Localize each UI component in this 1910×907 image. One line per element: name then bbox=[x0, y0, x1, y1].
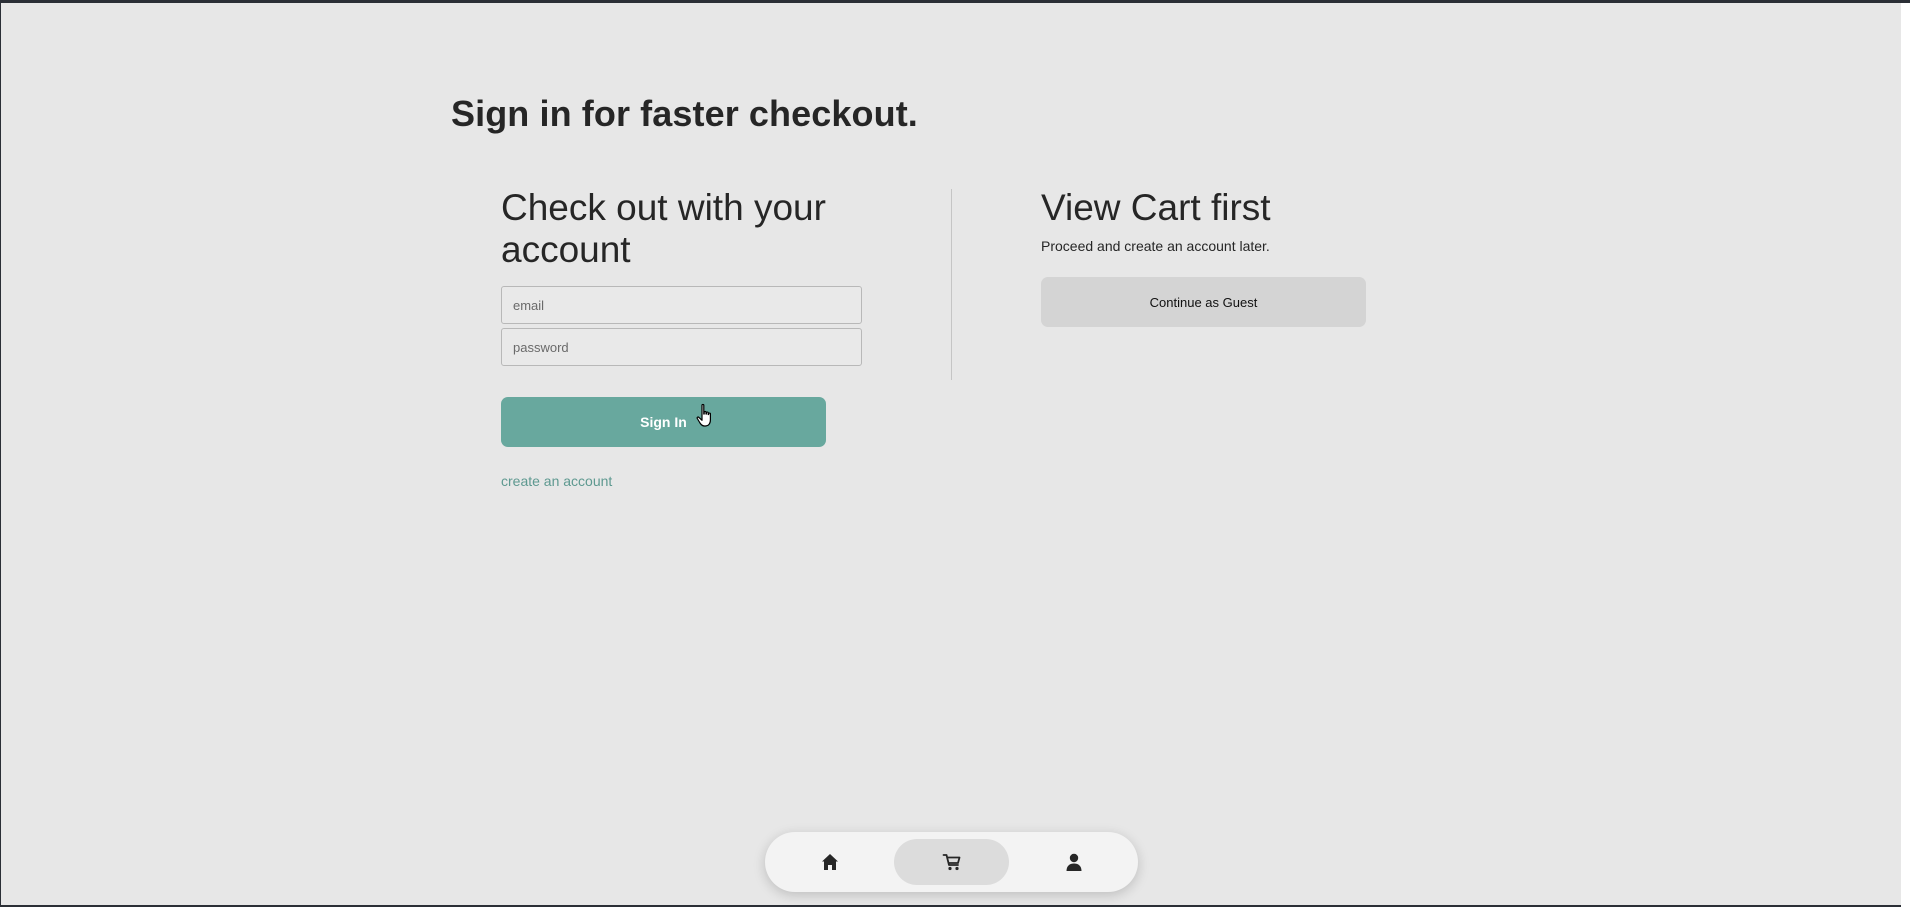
nav-home-button[interactable] bbox=[772, 839, 887, 885]
password-field[interactable] bbox=[501, 328, 862, 366]
sign-in-button-label: Sign In bbox=[640, 414, 687, 430]
create-account-link[interactable]: create an account bbox=[501, 473, 612, 489]
account-section-heading: Check out with your account bbox=[501, 187, 826, 270]
guest-checkout-section: View Cart first Proceed and create an ac… bbox=[1041, 187, 1461, 327]
nav-cart-button[interactable] bbox=[894, 839, 1009, 885]
guest-section-heading: View Cart first bbox=[1041, 187, 1271, 228]
sign-in-button[interactable]: Sign In bbox=[501, 397, 826, 447]
cart-icon bbox=[942, 854, 960, 871]
continue-as-guest-label: Continue as Guest bbox=[1149, 294, 1258, 310]
account-checkout-section: Check out with your account Sign In crea… bbox=[501, 187, 881, 491]
email-field[interactable] bbox=[501, 286, 862, 324]
page-title: Sign in for faster checkout. bbox=[451, 93, 918, 134]
checkout-page: Sign in for faster checkout. Check out w… bbox=[1, 3, 1901, 905]
continue-as-guest-button[interactable]: Continue as Guest bbox=[1041, 277, 1366, 327]
bottom-nav bbox=[765, 832, 1138, 892]
home-icon bbox=[821, 854, 838, 870]
user-icon bbox=[1066, 853, 1081, 871]
guest-section-subtext: Proceed and create an account later. bbox=[1041, 238, 1270, 254]
window-edge bbox=[1901, 3, 1910, 907]
nav-account-button[interactable] bbox=[1016, 839, 1131, 885]
section-divider bbox=[951, 189, 952, 380]
